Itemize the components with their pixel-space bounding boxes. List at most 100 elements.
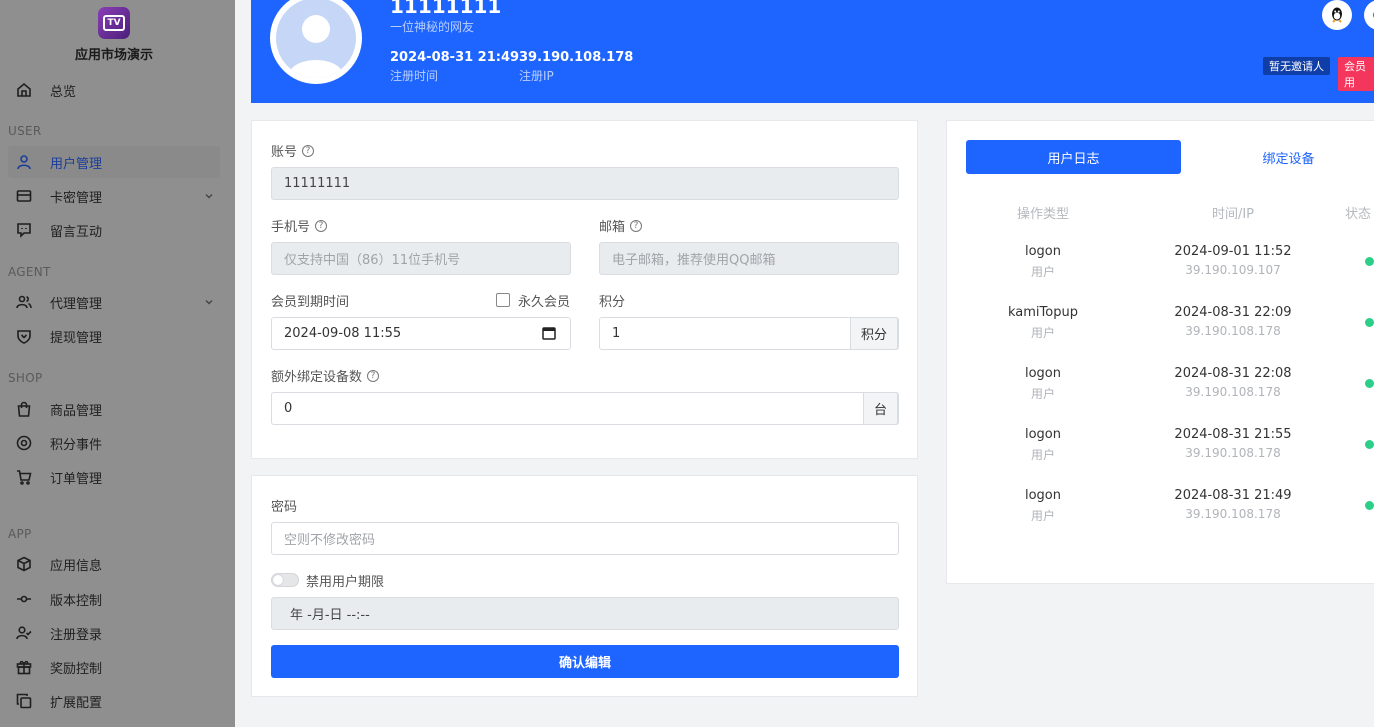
- commit-icon: [16, 591, 32, 607]
- account-label: 账号?: [271, 141, 315, 160]
- help-icon[interactable]: ?: [630, 219, 643, 232]
- help-icon[interactable]: ?: [367, 369, 380, 382]
- sidebar-item-label: 商品管理: [50, 403, 103, 419]
- ban-user-toggle[interactable]: [271, 573, 299, 587]
- password-card: 密码 空则不修改密码 禁用用户期限 年 -月-日 --:-- 确认编辑: [251, 475, 918, 697]
- calendar-icon[interactable]: [542, 326, 556, 340]
- tab-user-log[interactable]: 用户日志: [966, 140, 1181, 174]
- log-ip: 39.190.108.178: [1185, 446, 1281, 460]
- ban-user-label: 禁用用户期限: [306, 575, 385, 590]
- nav-section-shop: SHOP: [8, 371, 43, 385]
- users-icon: [16, 294, 32, 310]
- permanent-member-checkbox[interactable]: [496, 293, 510, 307]
- gift-icon: [16, 659, 32, 675]
- sidebar-item-label: 订单管理: [50, 471, 103, 487]
- status-dot: [1365, 440, 1374, 449]
- nav-section-agent: AGENT: [8, 265, 51, 279]
- sidebar-item-label: 代理管理: [50, 296, 103, 312]
- confirm-edit-button[interactable]: 确认编辑: [271, 645, 899, 678]
- password-input[interactable]: 空则不修改密码: [271, 522, 899, 555]
- log-role: 用户: [1030, 265, 1055, 279]
- chevron-down-icon[interactable]: [204, 296, 214, 306]
- vip-expire-label: 会员到期时间: [271, 295, 350, 310]
- log-time: 2024-08-31 21:49: [1174, 488, 1292, 503]
- extra-devices-input[interactable]: 0 台: [271, 392, 899, 425]
- sidebar-item-reward-control[interactable]: 奖励控制: [8, 651, 220, 683]
- qq-icon[interactable]: [1322, 0, 1352, 30]
- sidebar-item-overview[interactable]: 总览: [8, 74, 220, 106]
- log-role: 用户: [1030, 387, 1055, 401]
- log-role: 用户: [1030, 326, 1055, 340]
- sidebar-item-label: 注册登录: [50, 627, 103, 643]
- avatar: [270, 0, 362, 84]
- log-role: 用户: [1030, 509, 1055, 523]
- phone-label: 手机号?: [271, 216, 328, 235]
- email-field: 电子邮箱，推荐使用QQ邮箱: [599, 242, 899, 275]
- sidebar-item-agent-management[interactable]: 代理管理: [8, 286, 220, 318]
- column-header-type: 操作类型: [1016, 207, 1069, 222]
- sidebar-item-product-management[interactable]: 商品管理: [8, 393, 220, 425]
- points-input[interactable]: 1 积分: [599, 317, 899, 350]
- extra-devices-unit: 台: [862, 392, 898, 425]
- tv-icon: TV: [103, 15, 125, 31]
- sidebar-item-card-management[interactable]: 卡密管理: [8, 180, 220, 212]
- sidebar-item-label: 总览: [50, 84, 77, 100]
- log-role: 用户: [1030, 448, 1055, 462]
- tab-bound-devices[interactable]: 绑定设备: [1181, 140, 1374, 174]
- sidebar-item-label: 卡密管理: [50, 190, 103, 206]
- sidebar-item-user-management[interactable]: 用户管理: [8, 146, 220, 178]
- points-unit: 积分: [849, 317, 898, 350]
- log-ip: 39.190.109.107: [1185, 263, 1281, 277]
- register-ip-label: 注册IP: [519, 69, 554, 83]
- home-icon: [16, 82, 32, 98]
- sidebar-item-version-control[interactable]: 版本控制: [8, 583, 220, 615]
- member-badge: 会员用: [1338, 57, 1374, 91]
- email-label: 邮箱?: [599, 216, 643, 235]
- log-ip: 39.190.108.178: [1185, 324, 1281, 338]
- profile-banner: 11111111 一位神秘的网友 2024-08-31 21:49 注册时间 3…: [251, 0, 1374, 103]
- extra-devices-value: 0: [284, 401, 293, 416]
- sidebar: TV 应用市场演示 总览 USER 用户管理 卡密管理 留言互动 AGENT 代…: [0, 0, 235, 727]
- bag-icon: [16, 401, 32, 417]
- sidebar-item-register-login[interactable]: 注册登录: [8, 617, 220, 649]
- sidebar-item-label: 扩展配置: [50, 695, 103, 711]
- help-icon[interactable]: ?: [315, 219, 328, 232]
- sidebar-item-points-events[interactable]: 积分事件: [8, 427, 220, 459]
- vip-expire-datetime-input[interactable]: 2024-09-08 11:55: [271, 317, 571, 350]
- column-header-status: 状态: [1345, 207, 1372, 222]
- main-content: 11111111 一位神秘的网友 2024-08-31 21:49 注册时间 3…: [235, 0, 1374, 727]
- card-icon: [16, 188, 32, 204]
- sidebar-item-order-management[interactable]: 订单管理: [8, 461, 220, 493]
- log-ip: 39.190.108.178: [1185, 385, 1281, 399]
- wechat-icon[interactable]: [1364, 0, 1374, 30]
- sidebar-item-messages[interactable]: 留言互动: [8, 214, 220, 246]
- status-dot: [1365, 318, 1374, 327]
- account-field: 11111111: [271, 167, 899, 200]
- sidebar-item-label: 提现管理: [50, 330, 103, 346]
- log-time: 2024-09-01 11:52: [1174, 244, 1292, 259]
- user-check-icon: [16, 625, 32, 641]
- sidebar-item-label: 积分事件: [50, 437, 103, 453]
- app-logo[interactable]: TV: [98, 7, 130, 39]
- target-icon: [16, 435, 32, 451]
- box-icon: [16, 556, 32, 572]
- sidebar-item-extension-config[interactable]: 扩展配置: [8, 685, 220, 717]
- register-time-value: 2024-08-31 21:49: [390, 50, 520, 65]
- ban-date-input: 年 -月-日 --:--: [271, 597, 899, 630]
- log-ip: 39.190.108.178: [1185, 507, 1281, 521]
- shield-icon: [16, 328, 32, 344]
- sidebar-item-withdraw-management[interactable]: 提现管理: [8, 320, 220, 352]
- sidebar-item-label: 用户管理: [50, 156, 103, 172]
- cart-icon: [16, 469, 32, 485]
- chevron-down-icon[interactable]: [204, 190, 214, 200]
- log-type: kamiTopup: [1008, 305, 1078, 320]
- password-label: 密码: [271, 500, 298, 515]
- register-ip-value: 39.190.108.178: [519, 50, 634, 65]
- log-type: logon: [1024, 244, 1061, 259]
- help-icon[interactable]: ?: [302, 144, 315, 157]
- status-dot: [1365, 379, 1374, 388]
- profile-subtitle: 一位神秘的网友: [390, 20, 475, 34]
- log-type: logon: [1024, 366, 1061, 381]
- log-time: 2024-08-31 21:55: [1174, 427, 1292, 442]
- sidebar-item-app-info[interactable]: 应用信息: [8, 548, 220, 580]
